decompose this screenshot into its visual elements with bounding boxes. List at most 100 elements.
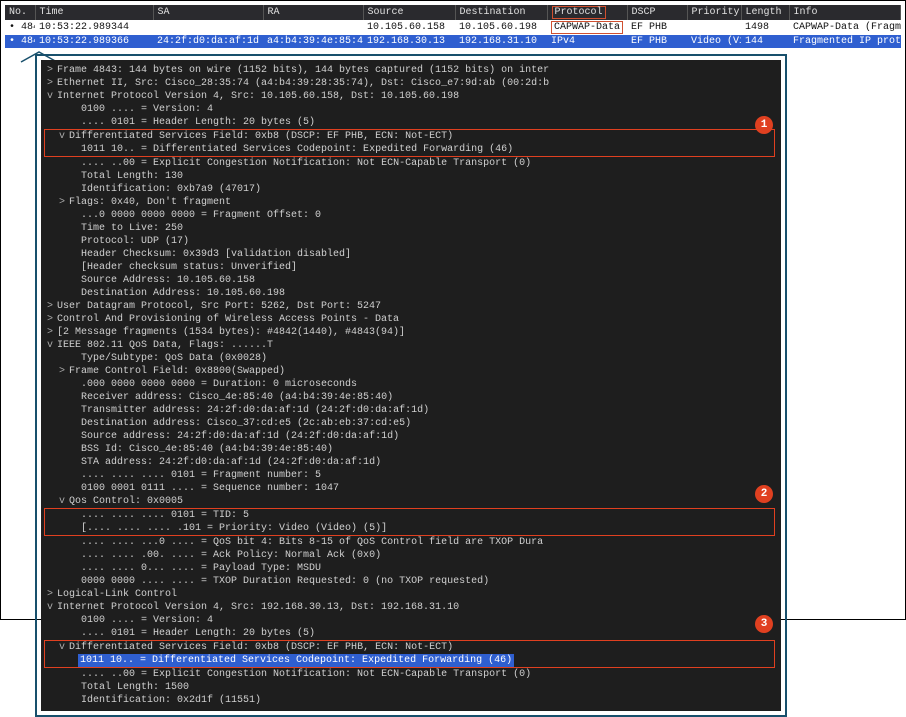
chevron-right-icon[interactable]: >	[47, 300, 57, 313]
chevron-down-icon[interactable]: v	[47, 90, 57, 103]
column-header-no[interactable]: No.	[5, 5, 35, 20]
tree-line[interactable]: Type/Subtype: QoS Data (0x0028)	[47, 352, 775, 365]
tree-line[interactable]: v Differentiated Services Field: 0xb8 (D…	[47, 641, 772, 654]
cell-sa[interactable]	[153, 20, 263, 35]
tree-line[interactable]: v Differentiated Services Field: 0xb8 (D…	[47, 130, 772, 143]
tree-line[interactable]: 0000 0000 .... .... = TXOP Duration Requ…	[47, 575, 775, 588]
cell-prio[interactable]: Video (Video)	[687, 35, 741, 48]
tree-line[interactable]: .... .... ...0 .... = QoS bit 4: Bits 8-…	[47, 536, 775, 549]
tree-line[interactable]: Time to Live: 250	[47, 222, 775, 235]
chevron-right-icon[interactable]: >	[59, 196, 69, 209]
tree-line[interactable]: .... .... .... 0101 = Fragment number: 5	[47, 469, 775, 482]
cell-src[interactable]: 10.105.60.158	[363, 20, 455, 35]
column-header-protocol[interactable]: Protocol	[547, 5, 627, 20]
tree-line[interactable]: .... ..00 = Explicit Congestion Notifica…	[47, 668, 775, 681]
tree-line[interactable]: 1011 10.. = Differentiated Services Code…	[47, 654, 772, 667]
column-header-priority[interactable]: Priority	[687, 5, 741, 20]
tree-line[interactable]: 0100 .... = Version: 4	[47, 103, 775, 116]
tree-line[interactable]: .... .... .... 0101 = TID: 5	[47, 509, 772, 522]
chevron-down-icon[interactable]: v	[59, 495, 69, 508]
tree-line[interactable]: Transmitter address: 24:2f:d0:da:af:1d (…	[47, 404, 775, 417]
cell-ra[interactable]	[263, 20, 363, 35]
column-header-length[interactable]: Length	[741, 5, 789, 20]
cell-proto[interactable]: IPv4	[547, 35, 627, 48]
cell-src[interactable]: 192.168.30.13	[363, 35, 455, 48]
tree-line[interactable]: Identification: 0xb7a9 (47017)	[47, 183, 775, 196]
tree-line[interactable]: ...0 0000 0000 0000 = Fragment Offset: 0	[47, 209, 775, 222]
tree-line[interactable]: STA address: 24:2f:d0:da:af:1d (24:2f:d0…	[47, 456, 775, 469]
tree-line[interactable]: Protocol: UDP (17)	[47, 235, 775, 248]
chevron-down-icon[interactable]: v	[59, 641, 69, 654]
chevron-down-icon[interactable]: v	[47, 339, 57, 352]
tree-line[interactable]: .... 0101 = Header Length: 20 bytes (5)	[47, 627, 775, 640]
cell-ra[interactable]: a4:b4:39:4e:85:40	[263, 35, 363, 48]
tree-line[interactable]: Receiver address: Cisco_4e:85:40 (a4:b4:…	[47, 391, 775, 404]
tree-line[interactable]: .... ..00 = Explicit Congestion Notifica…	[47, 157, 775, 170]
tree-line[interactable]: Header Checksum: 0x39d3 [validation disa…	[47, 248, 775, 261]
tree-line[interactable]: BSS Id: Cisco_4e:85:40 (a4:b4:39:4e:85:4…	[47, 443, 775, 456]
tree-line[interactable]: > Frame Control Field: 0x8800(Swapped)	[47, 365, 775, 378]
cell-no[interactable]: • 4843	[5, 35, 35, 48]
cell-proto[interactable]: CAPWAP-Data	[547, 20, 627, 35]
tree-line[interactable]: v Internet Protocol Version 4, Src: 192.…	[47, 601, 775, 614]
tree-line[interactable]: v IEEE 802.11 QoS Data, Flags: ......T	[47, 339, 775, 352]
chevron-right-icon[interactable]: >	[47, 64, 57, 77]
tree-line[interactable]: > Frame 4843: 144 bytes on wire (1152 bi…	[47, 64, 775, 77]
column-header-ra[interactable]: RA	[263, 5, 363, 20]
cell-dscp[interactable]: EF PHB	[627, 20, 687, 35]
cell-time[interactable]: 10:53:22.989344	[35, 20, 153, 35]
chevron-right-icon[interactable]: >	[59, 365, 69, 378]
tree-line[interactable]: Total Length: 1500	[47, 681, 775, 694]
cell-time[interactable]: 10:53:22.989366	[35, 35, 153, 48]
tree-line[interactable]: v Internet Protocol Version 4, Src: 10.1…	[47, 90, 775, 103]
cell-info[interactable]: CAPWAP-Data (Fragment ID:	[789, 20, 901, 35]
tree-line[interactable]: Identification: 0x2d1f (11551)	[47, 694, 775, 707]
tree-line[interactable]: .... 0101 = Header Length: 20 bytes (5)	[47, 116, 775, 129]
chevron-right-icon[interactable]: >	[47, 588, 57, 601]
cell-dst[interactable]: 10.105.60.198	[455, 20, 547, 35]
tree-line[interactable]: Source Address: 10.105.60.158	[47, 274, 775, 287]
tree-line[interactable]: > Control And Provisioning of Wireless A…	[47, 313, 775, 326]
tree-line[interactable]: Destination address: Cisco_37:cd:e5 (2c:…	[47, 417, 775, 430]
tree-line[interactable]: .... .... .00. .... = Ack Policy: Normal…	[47, 549, 775, 562]
tree-line[interactable]: Total Length: 130	[47, 170, 775, 183]
packet-list-header[interactable]: No.TimeSARASourceDestinationProtocolDSCP…	[5, 5, 901, 20]
cell-info[interactable]: Fragmented IP protocol (p	[789, 35, 901, 48]
tree-line[interactable]: Destination Address: 10.105.60.198	[47, 287, 775, 300]
tree-line[interactable]: > Flags: 0x40, Don't fragment	[47, 196, 775, 209]
column-header-destination[interactable]: Destination	[455, 5, 547, 20]
packet-list-table[interactable]: No.TimeSARASourceDestinationProtocolDSCP…	[5, 5, 901, 48]
cell-no[interactable]: • 4842	[5, 20, 35, 35]
tree-line[interactable]: 0100 .... = Version: 4	[47, 614, 775, 627]
tree-line[interactable]: > Ethernet II, Src: Cisco_28:35:74 (a4:b…	[47, 77, 775, 90]
chevron-right-icon[interactable]: >	[47, 313, 57, 326]
column-header-sa[interactable]: SA	[153, 5, 263, 20]
tree-line[interactable]: Source address: 24:2f:d0:da:af:1d (24:2f…	[47, 430, 775, 443]
tree-line[interactable]: .... .... 0... .... = Payload Type: MSDU	[47, 562, 775, 575]
chevron-right-icon[interactable]: >	[47, 77, 57, 90]
packet-row[interactable]: • 484310:53:22.98936624:2f:d0:da:af:1da4…	[5, 35, 901, 48]
tree-line[interactable]: [.... .... .... .101 = Priority: Video (…	[47, 522, 772, 535]
column-header-time[interactable]: Time	[35, 5, 153, 20]
chevron-down-icon[interactable]: v	[47, 601, 57, 614]
cell-dscp[interactable]: EF PHB	[627, 35, 687, 48]
tree-line[interactable]: > User Datagram Protocol, Src Port: 5262…	[47, 300, 775, 313]
cell-len[interactable]: 1498	[741, 20, 789, 35]
tree-line[interactable]: v Qos Control: 0x0005	[47, 495, 775, 508]
cell-dst[interactable]: 192.168.31.10	[455, 35, 547, 48]
chevron-down-icon[interactable]: v	[59, 130, 69, 143]
chevron-right-icon[interactable]: >	[47, 326, 57, 339]
tree-line[interactable]: 0100 0001 0111 .... = Sequence number: 1…	[47, 482, 775, 495]
column-header-info[interactable]: Info	[789, 5, 901, 20]
tree-line[interactable]: [Header checksum status: Unverified]	[47, 261, 775, 274]
cell-len[interactable]: 144	[741, 35, 789, 48]
packet-detail-tree[interactable]: > Frame 4843: 144 bytes on wire (1152 bi…	[41, 60, 781, 711]
column-header-source[interactable]: Source	[363, 5, 455, 20]
tree-line[interactable]: 1011 10.. = Differentiated Services Code…	[47, 143, 772, 156]
packet-row[interactable]: • 484210:53:22.989344 10.105.60.15810.105…	[5, 20, 901, 35]
column-header-dscp[interactable]: DSCP	[627, 5, 687, 20]
tree-line[interactable]: > Logical-Link Control	[47, 588, 775, 601]
cell-prio[interactable]	[687, 20, 741, 35]
tree-line[interactable]: > [2 Message fragments (1534 bytes): #48…	[47, 326, 775, 339]
tree-line[interactable]: .000 0000 0000 0000 = Duration: 0 micros…	[47, 378, 775, 391]
